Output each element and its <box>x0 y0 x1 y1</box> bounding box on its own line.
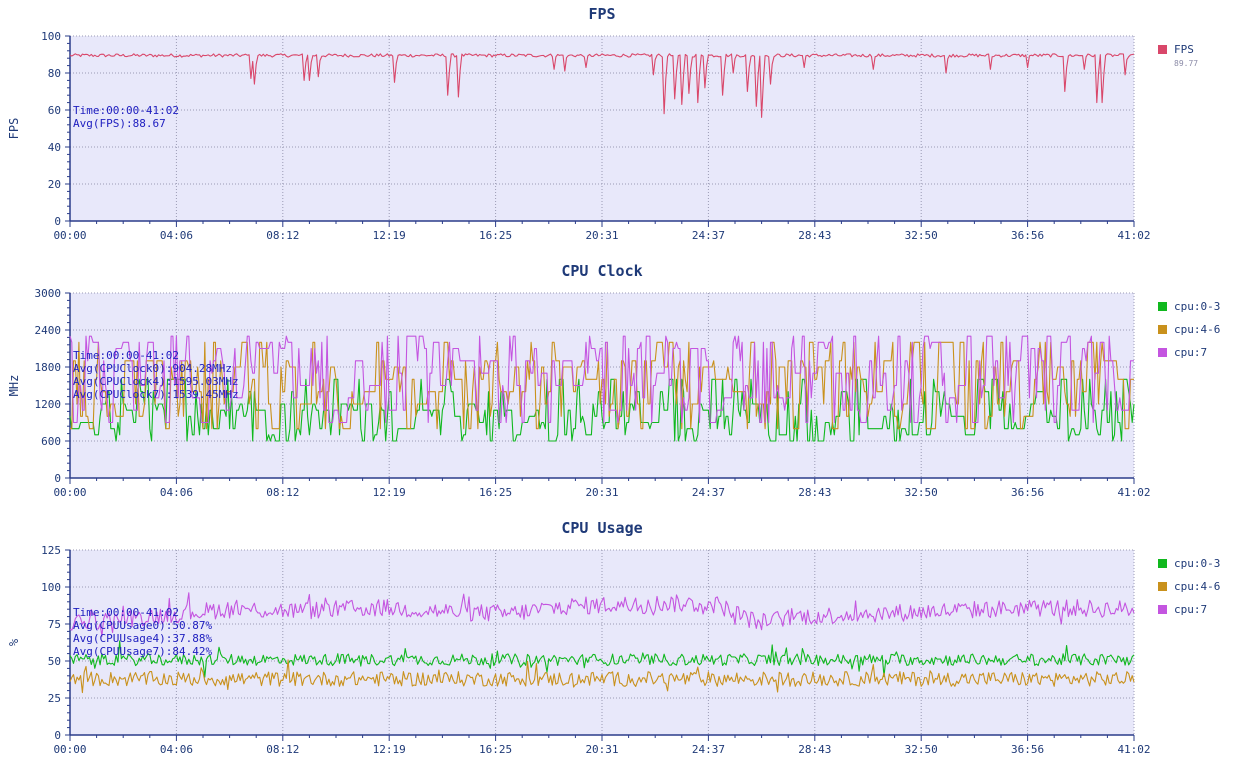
legend-swatch <box>1158 582 1167 591</box>
performance-charts: FPS 0 20 40 60 80 100 FPS 00:00 04:06 08:12 12:19 16… <box>7 5 1220 756</box>
y-tick-label: 3000 <box>35 287 62 300</box>
x-tick-label: 00:00 <box>53 743 86 756</box>
legend-swatch <box>1158 302 1167 311</box>
legend-swatch <box>1158 45 1167 54</box>
y-tick-label: 125 <box>41 544 61 557</box>
x-tick-label: 24:37 <box>692 486 725 499</box>
legend-swatch <box>1158 559 1167 568</box>
x-tick-label: 36:56 <box>1011 486 1044 499</box>
y-tick-label: 25 <box>48 692 61 705</box>
x-tick-label: 32:50 <box>905 229 938 242</box>
y-tick-label: 100 <box>41 581 61 594</box>
legend-value: 89.77 <box>1174 59 1198 68</box>
y-tick-label: 1200 <box>35 398 62 411</box>
legend-label: FPS <box>1174 43 1194 56</box>
stats-annotation-line: Time:00:00-41:02 <box>73 606 179 619</box>
stats-annotation-line: Time:00:00-41:02 <box>73 349 179 362</box>
x-tick-label: 04:06 <box>160 743 193 756</box>
legend-label: cpu:0-3 <box>1174 557 1220 570</box>
x-tick-label: 41:02 <box>1117 743 1150 756</box>
stats-annotation-line: Avg(CPUClock4):1595.03MHz <box>73 375 239 388</box>
x-tick-label: 28:43 <box>798 229 831 242</box>
stats-annotation-line: Time:00:00-41:02 <box>73 104 179 117</box>
stats-annotation-line: Avg(CPUClock0):904.28MHz <box>73 362 232 375</box>
legend-swatch <box>1158 348 1167 357</box>
x-tick-label: 32:50 <box>905 743 938 756</box>
y-tick-label: 2400 <box>35 324 62 337</box>
y-axis-title: % <box>7 638 21 646</box>
legend-label: cpu:7 <box>1174 346 1207 359</box>
y-tick-label: 40 <box>48 141 61 154</box>
y-tick-label: 600 <box>41 435 61 448</box>
legend-label: cpu:4-6 <box>1174 580 1220 593</box>
x-tick-label: 00:00 <box>53 229 86 242</box>
x-tick-label: 16:25 <box>479 229 512 242</box>
y-tick-label: 75 <box>48 618 61 631</box>
x-tick-label: 41:02 <box>1117 229 1150 242</box>
y-tick-label: 0 <box>54 472 61 485</box>
x-tick-label: 41:02 <box>1117 486 1150 499</box>
x-tick-label: 24:37 <box>692 229 725 242</box>
chart-title: CPU Usage <box>561 519 642 537</box>
stats-annotation-line: Avg(CPUUsage7):84.42% <box>73 645 212 658</box>
x-tick-label: 00:00 <box>53 486 86 499</box>
legend-swatch <box>1158 325 1167 334</box>
y-tick-label: 20 <box>48 178 61 191</box>
x-tick-label: 20:31 <box>585 486 618 499</box>
x-tick-label: 04:06 <box>160 486 193 499</box>
x-tick-label: 36:56 <box>1011 229 1044 242</box>
x-tick-label: 08:12 <box>266 743 299 756</box>
legend-label: cpu:4-6 <box>1174 323 1220 336</box>
x-tick-label: 16:25 <box>479 486 512 499</box>
y-tick-label: 0 <box>54 729 61 742</box>
stats-annotation-line: Avg(CPUUsage4):37.88% <box>73 632 212 645</box>
y-tick-label: 60 <box>48 104 61 117</box>
x-tick-label: 28:43 <box>798 743 831 756</box>
y-tick-label: 1800 <box>35 361 62 374</box>
x-tick-label: 20:31 <box>585 743 618 756</box>
legend-label: cpu:0-3 <box>1174 300 1220 313</box>
chart-panel-1: CPU Clock 0 600 1200 1800 2400 3000 MHz 00:00 04:… <box>7 262 1220 499</box>
chart-panel-0: FPS 0 20 40 60 80 100 FPS 00:00 04:06 08:12 12:19 16… <box>7 5 1198 242</box>
y-tick-label: 80 <box>48 67 61 80</box>
x-tick-label: 08:12 <box>266 229 299 242</box>
x-tick-label: 12:19 <box>373 486 406 499</box>
x-tick-label: 04:06 <box>160 229 193 242</box>
chart-title: FPS <box>588 5 615 23</box>
x-tick-label: 16:25 <box>479 743 512 756</box>
stats-annotation-line: Avg(FPS):88.67 <box>73 117 166 130</box>
x-tick-label: 36:56 <box>1011 743 1044 756</box>
legend-swatch <box>1158 605 1167 614</box>
chart-title: CPU Clock <box>561 262 642 280</box>
x-tick-label: 12:19 <box>373 743 406 756</box>
stats-annotation-line: Avg(CPUUsage0):50.87% <box>73 619 212 632</box>
legend-label: cpu:7 <box>1174 603 1207 616</box>
x-tick-label: 08:12 <box>266 486 299 499</box>
y-tick-label: 50 <box>48 655 61 668</box>
y-tick-label: 100 <box>41 30 61 43</box>
stats-annotation-line: Avg(CPUClock7):1539.45MHz <box>73 388 239 401</box>
y-tick-label: 0 <box>54 215 61 228</box>
x-tick-label: 28:43 <box>798 486 831 499</box>
chart-panel-2: CPU Usage 0 25 50 75 100 125% 00:00 04:06 08:12 12… <box>7 519 1220 756</box>
x-tick-label: 32:50 <box>905 486 938 499</box>
x-tick-label: 20:31 <box>585 229 618 242</box>
x-tick-label: 24:37 <box>692 743 725 756</box>
y-axis-title: MHz <box>7 375 21 397</box>
y-axis-title: FPS <box>7 118 21 140</box>
x-tick-label: 12:19 <box>373 229 406 242</box>
